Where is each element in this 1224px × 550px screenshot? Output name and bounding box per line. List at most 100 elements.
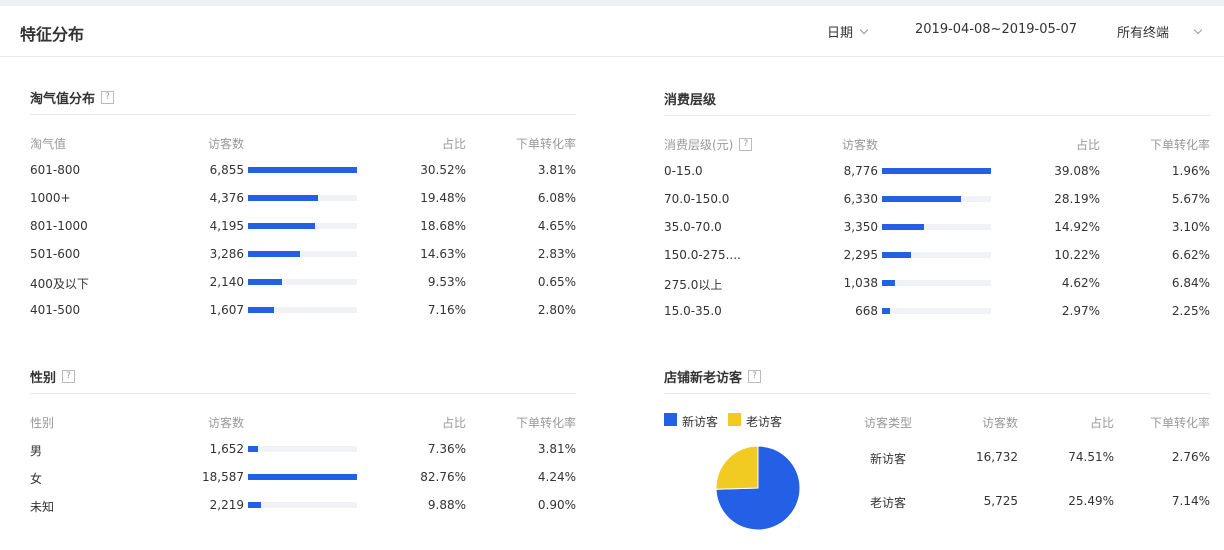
help-icon[interactable]: ? [62,370,76,383]
row-visitors: 6,330 [843,192,878,206]
row-share: 14.92% [1054,220,1100,234]
col-header-share: 占比 [441,416,466,430]
date-dropdown[interactable]: 日期 [827,22,869,41]
col-header-conversion: 下单转化率 [1149,138,1210,152]
row-conversion: 2.25% [1171,304,1210,318]
row-conversion: 0.90% [537,498,576,512]
date-range[interactable]: 2019-04-08~2019-05-07 [915,22,1077,37]
row-conversion: 2.80% [537,303,576,317]
row-conversion: 3.10% [1171,220,1210,234]
row-visitors: 3,350 [843,220,878,234]
row-visitors: 1,038 [843,276,878,290]
row-visitors: 16,732 [976,450,1018,464]
row-label: 401-500 [30,303,81,317]
row-visitors: 1,607 [209,303,244,317]
visitor-bar-fill [248,223,315,229]
row-label: 70.0-150.0 [664,192,730,206]
visitor-bar [882,224,991,230]
row-visitors: 6,855 [209,163,244,177]
pie-slice-old-visitors[interactable] [715,445,759,490]
visitor-bar [248,446,357,452]
row-share: 39.08% [1054,164,1100,178]
row-conversion: 3.81% [537,163,576,177]
visitor-bar [882,280,991,286]
section-title-text: 淘气值分布 [30,92,96,107]
col-header-taoqi: 淘气值 [30,137,67,151]
row-label: 1000+ [30,191,71,205]
date-range-text: 2019-04-08~2019-05-07 [915,22,1077,37]
legend-swatch-new [664,413,677,426]
divider [30,393,576,394]
divider [664,115,1210,116]
help-icon[interactable]: ? [739,138,753,151]
visitor-bar-fill [248,446,258,452]
row-visitors: 4,376 [209,191,244,205]
visitor-bar [248,251,357,257]
row-share: 10.22% [1054,248,1100,262]
visitor-bar [248,502,357,508]
row-share: 18.68% [420,219,466,233]
row-label: 801-1000 [30,219,88,233]
row-label: 男 [30,444,43,458]
visitor-bar [882,168,991,174]
col-header-share: 占比 [1075,138,1100,152]
section-title-spend: 消费层级 [664,89,716,108]
visitor-bar [248,195,357,201]
row-share: 14.63% [420,247,466,261]
visitor-bar [248,474,357,480]
visitor-bar [882,196,991,202]
col-header-conversion: 下单转化率 [515,137,576,151]
row-share: 2.97% [1061,304,1100,318]
visitor-bar-fill [882,168,991,174]
row-label: 新访客 [870,452,907,466]
section-title-newold: 店铺新老访客 ? [664,367,762,386]
row-conversion: 0.65% [537,275,576,289]
col-header-visitors: 访客数 [208,137,245,151]
row-share: 7.36% [427,442,466,456]
row-visitors: 8,776 [843,164,878,178]
col-header-spend: 消费层级(元) ? [664,136,753,153]
legend-swatch-old [728,413,741,426]
help-icon[interactable]: ? [101,91,115,104]
row-label: 未知 [30,500,55,514]
row-share: 4.62% [1061,276,1100,290]
row-share: 82.76% [420,470,466,484]
row-visitors: 5,725 [983,494,1018,508]
terminal-label: 所有终端 [1117,26,1170,41]
row-label: 老访客 [870,496,907,510]
row-conversion: 1.96% [1171,164,1210,178]
col-header-gender: 性别 [30,416,55,430]
page-header: 特征分布 日期 2019-04-08~2019-05-07 所有终端 [0,6,1224,57]
visitor-bar-fill [248,251,301,257]
row-label: 15.0-35.0 [664,304,722,318]
col-header-visitors: 访客数 [981,416,1018,430]
row-conversion: 5.67% [1171,192,1210,206]
row-visitors: 2,295 [843,248,878,262]
row-visitors: 18,587 [202,470,244,484]
help-icon[interactable]: ? [748,370,762,383]
col-header-share: 占比 [1089,416,1114,430]
row-visitors: 4,195 [209,219,244,233]
visitor-bar-fill [882,224,924,230]
row-visitors: 1,652 [209,442,244,456]
row-label: 601-800 [30,163,81,177]
legend-label-new[interactable]: 新访客 [682,413,718,430]
row-conversion: 6.08% [537,191,576,205]
col-header-conversion: 下单转化率 [1149,416,1210,430]
page-title: 特征分布 [20,25,85,44]
section-title-text: 消费层级 [664,93,717,108]
terminal-dropdown[interactable]: 所有终端 [1117,22,1203,41]
legend-label-old[interactable]: 老访客 [746,413,782,430]
visitor-pie-chart [715,445,801,531]
visitor-bar [248,279,357,285]
col-header-visitor-type: 访客类型 [864,416,913,430]
col-header-conversion: 下单转化率 [515,416,576,430]
row-conversion: 3.81% [537,442,576,456]
row-conversion: 6.62% [1171,248,1210,262]
row-label: 150.0-275.... [664,248,741,262]
divider [30,114,576,115]
row-share: 74.51% [1068,450,1114,464]
row-label: 501-600 [30,247,81,261]
visitor-bar [882,308,991,314]
visitor-bar-fill [882,308,891,314]
